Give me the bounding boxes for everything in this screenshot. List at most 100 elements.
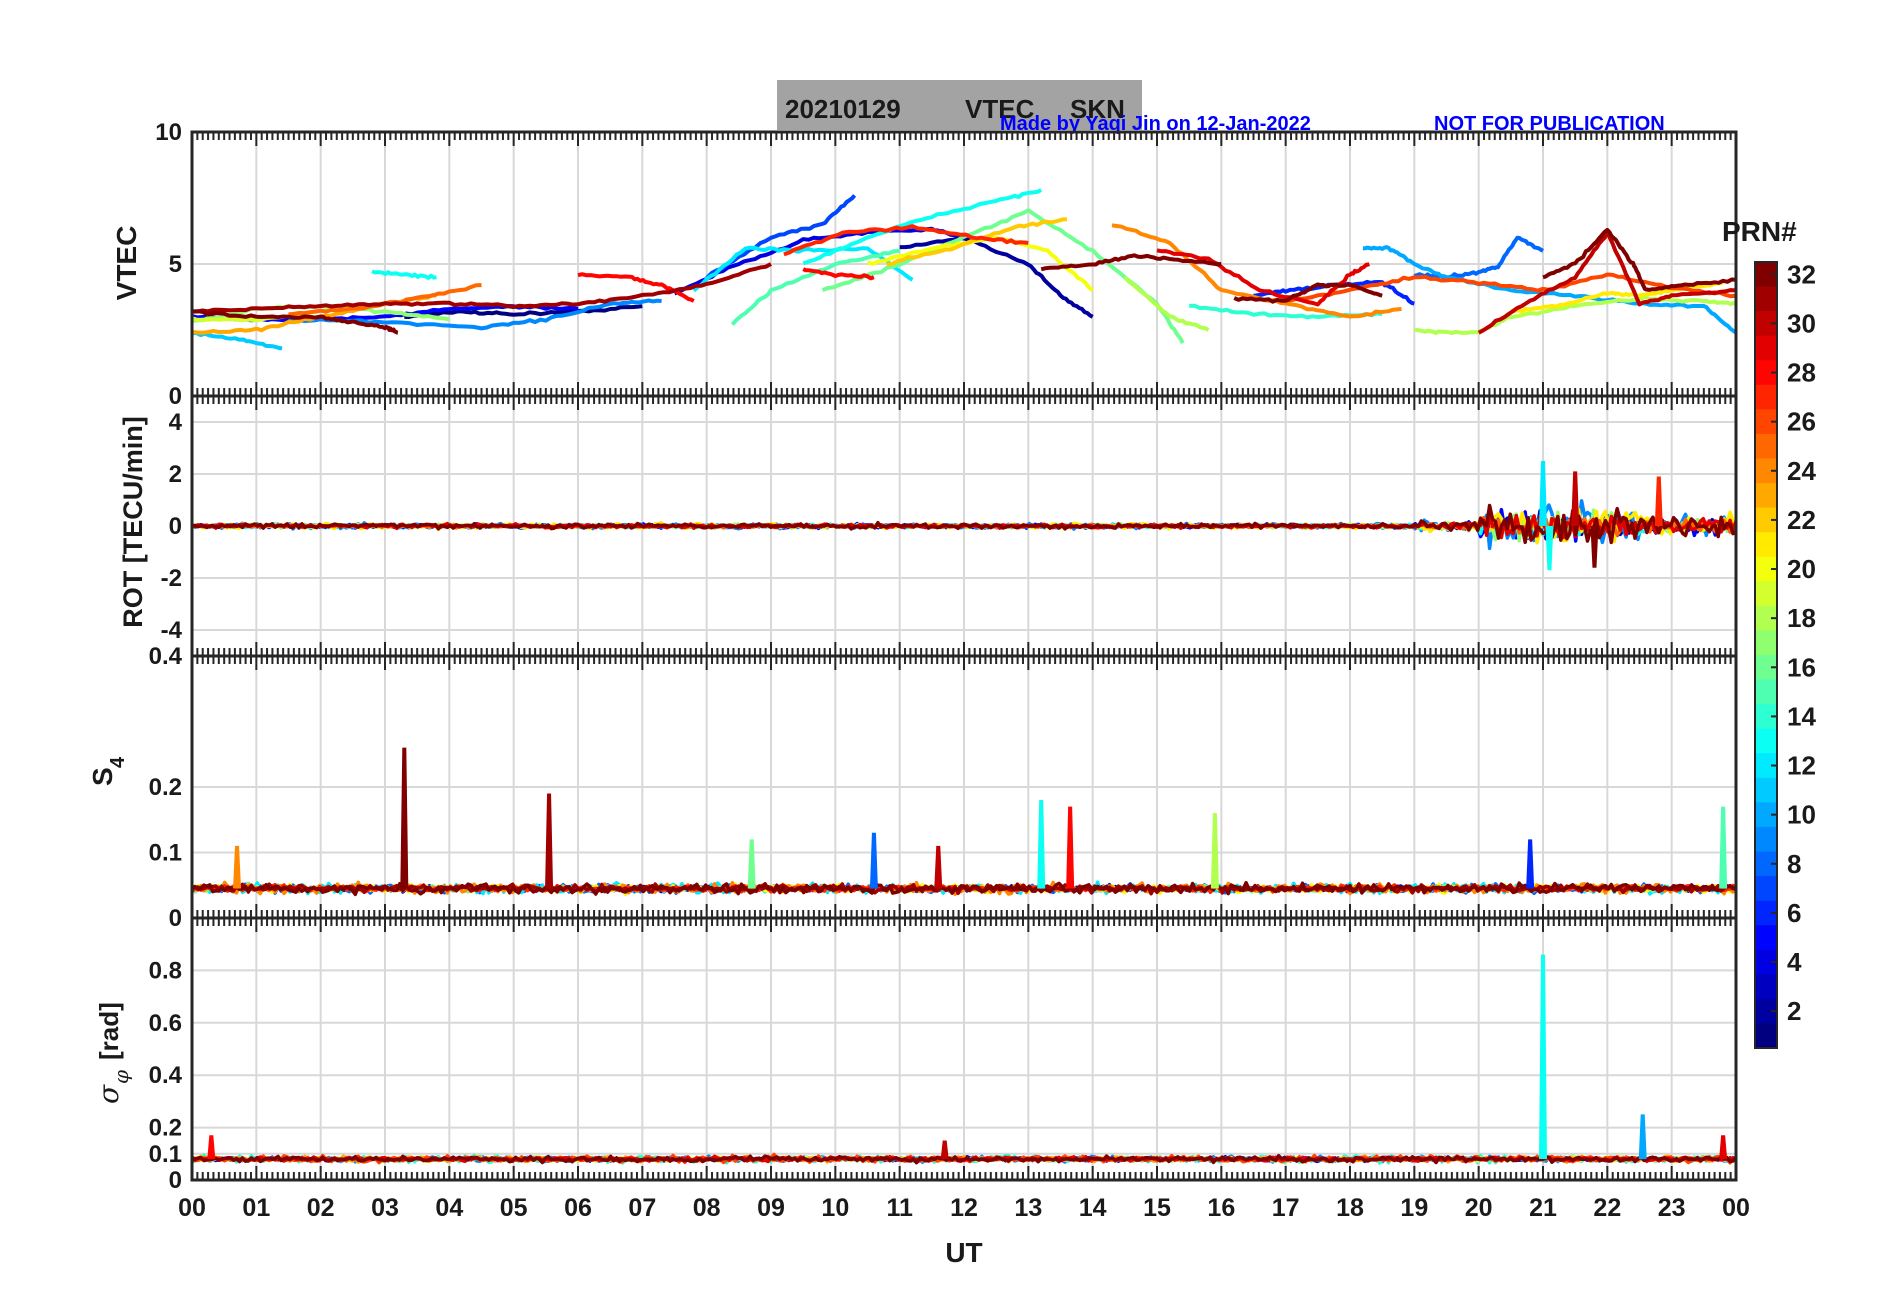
y-tick-label: -4 bbox=[161, 617, 183, 644]
s4-peak bbox=[233, 845, 242, 889]
s4-peak bbox=[545, 793, 554, 889]
sigma-phi-ylabel: σ φ [rad] bbox=[92, 1002, 133, 1104]
x-tick-label: 01 bbox=[242, 1194, 270, 1222]
x-tick-label: 22 bbox=[1593, 1194, 1621, 1222]
colorbar-segment bbox=[1755, 974, 1777, 1000]
y-tick-label: 5 bbox=[169, 251, 182, 278]
colorbar-segment bbox=[1755, 483, 1777, 509]
colorbar-segment bbox=[1755, 777, 1777, 803]
y-tick-label: 0.6 bbox=[149, 1010, 182, 1037]
colorbar-tick-label: 8 bbox=[1787, 849, 1801, 879]
rot-peak bbox=[1590, 525, 1599, 568]
y-tick-label: 0.1 bbox=[149, 840, 182, 867]
colorbar-segment bbox=[1755, 1023, 1777, 1049]
colorbar-tick-label: 16 bbox=[1787, 652, 1816, 682]
colorbar-segment bbox=[1755, 679, 1777, 705]
x-tick-label: 04 bbox=[435, 1194, 463, 1222]
x-tick-label: 03 bbox=[371, 1194, 399, 1222]
colorbar-segment bbox=[1755, 925, 1777, 951]
s4-peak bbox=[400, 747, 409, 889]
sigma_phi-peak bbox=[1638, 1114, 1647, 1160]
x-tick-label: 08 bbox=[693, 1194, 721, 1222]
vtec-series-prn-31 bbox=[191, 262, 772, 314]
colorbar-segment bbox=[1755, 581, 1777, 607]
y-tick-label: 4 bbox=[169, 409, 183, 436]
s4-peak bbox=[1719, 806, 1728, 889]
colorbar-tick-label: 32 bbox=[1787, 259, 1816, 289]
colorbar-tick-label: 2 bbox=[1787, 996, 1801, 1026]
x-tick-label: 19 bbox=[1400, 1194, 1428, 1222]
s4-peak bbox=[1210, 813, 1219, 889]
y-tick-label: 0 bbox=[169, 383, 182, 410]
x-tick-label: 00 bbox=[178, 1194, 206, 1222]
colorbar-tick-label: 6 bbox=[1787, 898, 1801, 928]
s4-peak bbox=[1037, 800, 1046, 889]
colorbar-tick-label: 20 bbox=[1787, 554, 1816, 584]
colorbar-label: PRN# bbox=[1722, 216, 1797, 247]
colorbar-tick-label: 18 bbox=[1787, 603, 1816, 633]
s4-panel: 0 0.1 0.2 0.4 bbox=[149, 643, 1738, 932]
colorbar-tick-label: 24 bbox=[1787, 456, 1816, 486]
y-tick-label: 2 bbox=[169, 461, 182, 488]
rot-peak bbox=[1571, 471, 1580, 527]
vtec-series-prn-4 bbox=[673, 226, 965, 296]
colorbar-segment bbox=[1755, 335, 1777, 361]
colorbar-segment bbox=[1755, 876, 1777, 902]
sigma_phi-peak bbox=[1719, 1135, 1728, 1160]
colorbar-tick-label: 22 bbox=[1787, 505, 1816, 535]
x-tick-label: 20 bbox=[1465, 1194, 1493, 1222]
svg-text:4: 4 bbox=[107, 756, 129, 768]
x-tick-label: 11 bbox=[886, 1194, 913, 1222]
s4-peak bbox=[1526, 839, 1535, 889]
x-tick-label: 00 bbox=[1722, 1194, 1750, 1222]
sigma_phi-peak bbox=[207, 1135, 216, 1160]
y-tick-label: 0 bbox=[169, 905, 182, 932]
colorbar-segment bbox=[1755, 728, 1777, 754]
colorbar-tick-label: 10 bbox=[1787, 800, 1816, 830]
colorbar-segment bbox=[1755, 826, 1777, 853]
svg-text:σ: σ bbox=[92, 1084, 125, 1104]
x-tick-label: 05 bbox=[500, 1194, 528, 1222]
x-tick-label: 12 bbox=[950, 1194, 978, 1222]
rot-peak bbox=[1654, 476, 1663, 527]
sigma_phi-peak bbox=[1539, 954, 1547, 1160]
vtec-series-prn-11 bbox=[191, 331, 283, 351]
colorbar-segment bbox=[1755, 286, 1777, 312]
x-tick-label: 16 bbox=[1207, 1194, 1235, 1222]
rot-peak bbox=[1545, 525, 1554, 571]
y-tick-label: 0.1 bbox=[149, 1141, 182, 1168]
y-tick-label: 10 bbox=[155, 119, 182, 146]
prn-colorbar: 2468101214161820222426283032 bbox=[1754, 259, 1816, 1049]
s4-peak bbox=[747, 839, 756, 889]
x-tick-label: 07 bbox=[628, 1194, 656, 1222]
x-tick-label: 10 bbox=[821, 1194, 849, 1222]
x-tick-label: 18 bbox=[1336, 1194, 1364, 1222]
s4-peak bbox=[1066, 806, 1075, 889]
x-tick-label: 23 bbox=[1658, 1194, 1686, 1222]
title-date: 20210129 bbox=[785, 94, 901, 124]
x-tick-label: 15 bbox=[1143, 1194, 1171, 1222]
colorbar-segment bbox=[1755, 433, 1777, 460]
colorbar-segment bbox=[1755, 532, 1777, 558]
svg-text:[rad]: [rad] bbox=[94, 1002, 124, 1060]
y-tick-label: 0.2 bbox=[149, 1115, 182, 1142]
vtec-chart-figure: 20210129 VTEC SKN Made by Yaqi Jin on 12… bbox=[87, 80, 1816, 1268]
x-tick-label: 09 bbox=[757, 1194, 785, 1222]
rot-panel: -4 -2 0 2 4 bbox=[161, 394, 1738, 658]
colorbar-tick-label: 4 bbox=[1787, 947, 1802, 977]
svg-text:φ: φ bbox=[109, 1070, 133, 1084]
sigma_phi-peak bbox=[940, 1140, 949, 1160]
vtec-series-prn-13 bbox=[371, 269, 437, 280]
y-tick-label: 0.4 bbox=[149, 1062, 183, 1089]
colorbar-segment bbox=[1755, 630, 1777, 656]
x-axis-label: UT bbox=[945, 1237, 982, 1268]
rot-ylabel: ROT [TECU/min] bbox=[118, 416, 148, 627]
svg-text:S: S bbox=[87, 767, 118, 786]
x-tick-label: 13 bbox=[1014, 1194, 1042, 1222]
y-tick-label: 0.8 bbox=[149, 957, 182, 984]
x-axis-tick-labels: 00 01 02 03 04 05 06 07 08 09 10 11 12 13 14 15 16 17 18 19… bbox=[178, 1194, 1750, 1222]
y-tick-label: -2 bbox=[161, 565, 182, 592]
x-tick-label: 17 bbox=[1272, 1194, 1300, 1222]
x-tick-label: 14 bbox=[1079, 1194, 1107, 1222]
y-tick-label: 0 bbox=[169, 1167, 182, 1194]
